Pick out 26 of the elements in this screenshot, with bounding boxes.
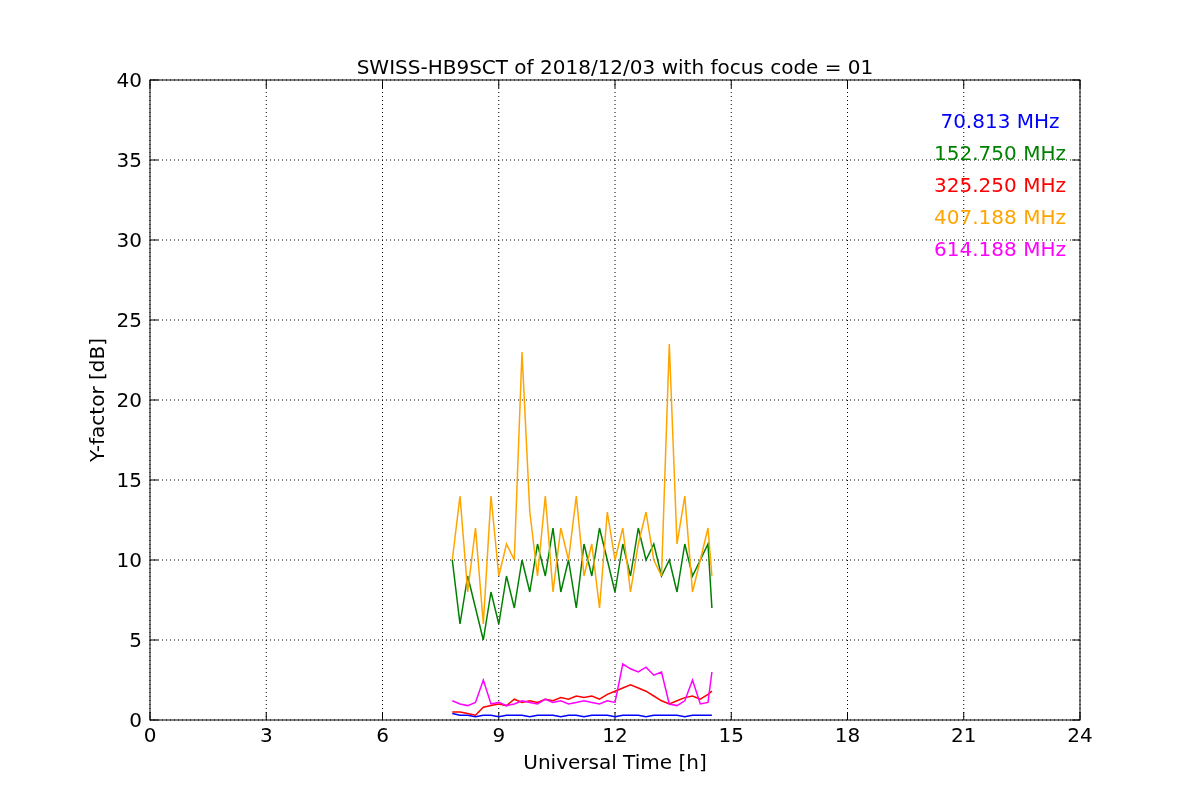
tick-label: 40 [116,68,142,92]
tick-label: 15 [116,468,142,492]
tick-label: 24 [1067,723,1093,747]
chart-title: SWISS-HB9SCT of 2018/12/03 with focus code = 01 [356,55,874,79]
axis-label: Universal Time [h] [523,750,707,774]
legend-label: 152.750 MHz [934,141,1066,165]
tick-label: 21 [951,723,977,747]
axis-label: Y-factor [dB] [85,338,109,462]
tick-label: 0 [129,708,142,732]
tick-label: 0 [143,723,157,747]
tick-label: 3 [259,723,273,747]
tick-label: 6 [376,723,389,747]
tick-label: 12 [602,723,628,747]
tick-label: 5 [129,628,142,652]
tick-label: 25 [116,308,142,332]
tick-label: 30 [116,228,142,252]
legend-label: 70.813 MHz [940,109,1060,133]
tick-label: 18 [834,723,861,747]
legend-label: 614.188 MHz [934,237,1066,261]
tick-label: 15 [718,723,744,747]
tick-label: 10 [116,548,142,572]
legend-label: 325.250 MHz [934,173,1066,197]
tick-label: 9 [492,723,506,747]
tick-label: 35 [116,148,142,172]
tick-label: 20 [116,388,142,412]
legend-label: 407.188 MHz [934,205,1066,229]
